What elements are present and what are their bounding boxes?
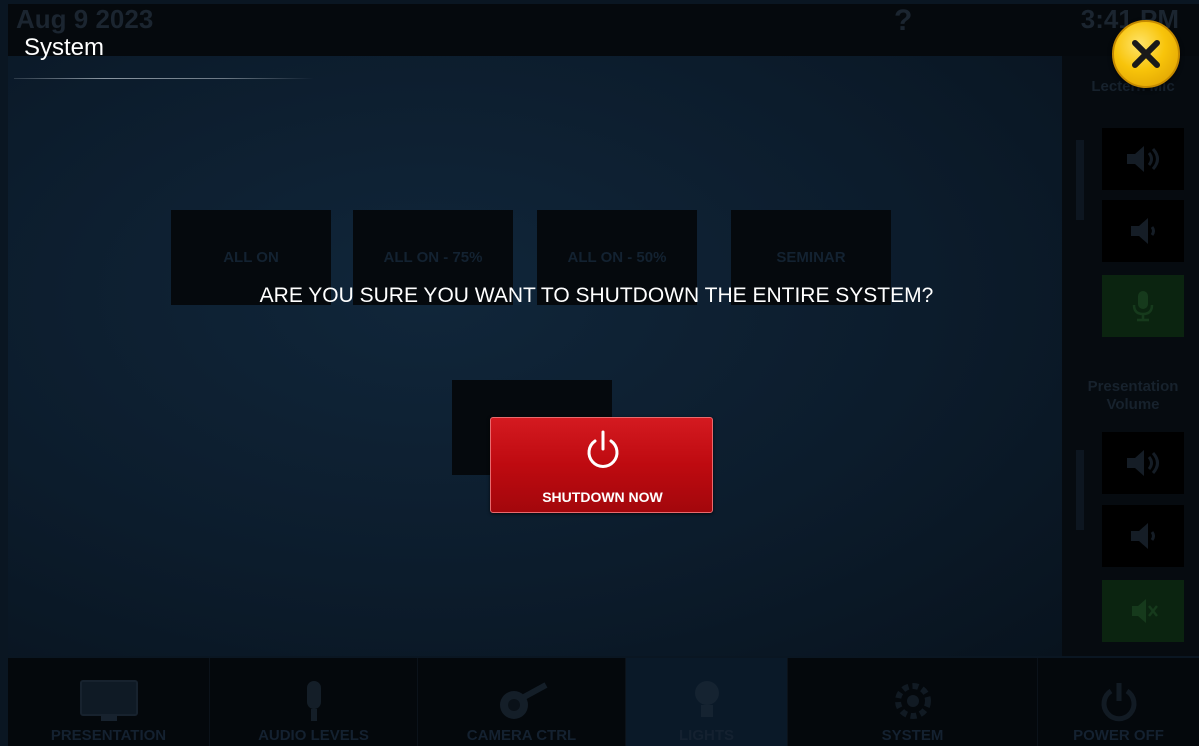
nav-system-label: SYSTEM [881,727,944,744]
mic-volume-up-button[interactable] [1102,128,1184,190]
presentation-volume-up-button[interactable] [1102,432,1184,494]
mic-volume-slider[interactable] [1076,140,1084,220]
speaker-muted-icon [1132,599,1158,623]
nav-camera-ctrl[interactable]: CAMERA CTRL [418,658,626,746]
nav-audio-levels[interactable]: AUDIO LEVELS [210,658,418,746]
confirmation-question: ARE YOU SURE YOU WANT TO SHUTDOWN THE EN… [0,284,1199,308]
presentation-volume-slider[interactable] [1076,450,1084,530]
nav-presentation[interactable]: PRESENTATION [8,658,210,746]
power-icon [587,430,619,468]
nav-audio-levels-label: AUDIO LEVELS [258,727,369,744]
speaker-soft-icon [1131,218,1155,244]
lights-content-area [8,56,1062,656]
nav-presentation-label: PRESENTATION [50,727,167,744]
lightbulb-icon [677,679,737,723]
nav-power-off-label: POWER OFF [1073,727,1164,744]
confirmation-question-text: ARE YOU SURE YOU WANT TO SHUTDOWN THE EN… [259,284,934,307]
nav-lights[interactable]: LIGHTS [626,658,788,746]
title-underline [14,78,314,79]
speaker-loud-icon [1127,146,1159,172]
gear-icon [883,679,943,723]
presentation-volume-label: Presentation Volume [1087,378,1179,413]
monitor-icon [79,679,139,723]
mic-volume-down-button[interactable] [1102,200,1184,262]
date-display: Aug 9 2023 [16,4,154,34]
modal-title: System [24,34,105,61]
nav-lights-label: LIGHTS [679,727,734,744]
nav-camera-ctrl-label: CAMERA CTRL [466,727,577,744]
help-icon[interactable]: ? [894,4,912,38]
top-status-bar [8,4,1199,56]
microphone-icon [284,679,344,723]
presentation-mute-button[interactable] [1102,580,1184,642]
nav-system[interactable]: SYSTEM [788,658,1038,746]
speaker-soft-icon [1131,523,1155,549]
close-icon [1132,40,1160,68]
power-icon [1089,679,1149,723]
shutdown-now-label: SHUTDOWN NOW [542,489,663,505]
camera-icon [492,679,552,723]
close-button[interactable] [1112,20,1180,88]
speaker-loud-icon [1127,450,1159,476]
nav-power-off[interactable]: POWER OFF [1038,658,1199,746]
touch-panel-screen: Aug 9 2023 ? 3:41 PM ALL ON ALL ON - 75%… [0,0,1199,746]
presentation-volume-down-button[interactable] [1102,505,1184,567]
shutdown-now-button[interactable]: SHUTDOWN NOW [490,417,713,513]
